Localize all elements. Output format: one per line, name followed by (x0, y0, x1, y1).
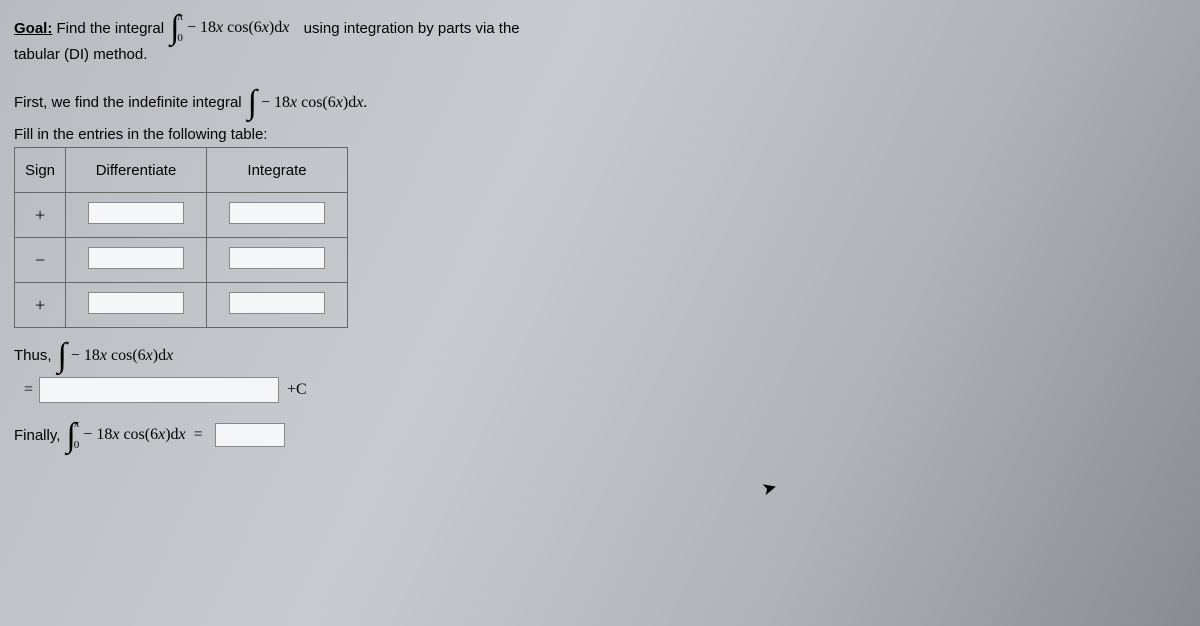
plus-c: +C (287, 381, 307, 399)
indef-integral-thus: ∫ − 18x cos(6x)dx (58, 342, 174, 369)
indefinite-line: First, we find the indefinite integral ∫… (14, 89, 1186, 116)
table-row: + (15, 283, 348, 328)
goal-label: Goal: (14, 20, 52, 37)
goal-line-2: tabular (DI) method. (14, 46, 1186, 63)
sign-cell: + (35, 205, 45, 225)
definite-integral-final: ∫ π 0 − 18x cos(6x)dx = (66, 421, 202, 449)
equals-line: = +C (14, 377, 1186, 403)
final-answer-input[interactable] (215, 423, 285, 447)
integrand-goal: − 18x cos(6x)dx (187, 19, 289, 37)
sign-cell: + (35, 295, 45, 315)
int-input-1[interactable] (229, 202, 325, 224)
definite-integral-goal: ∫ π 0 − 18x cos(6x)dx (170, 14, 289, 42)
first-text: First, we find the indefinite integral (14, 94, 242, 111)
di-table: Sign Differentiate Integrate + − + (14, 147, 348, 328)
goal-tail: using integration by parts via the (295, 20, 519, 37)
cursor-icon: ➤ (760, 476, 780, 500)
integral-sign-icon: ∫ (248, 89, 257, 116)
indefinite-integral: ∫ − 18x cos(6x)dx. (248, 89, 368, 116)
diff-input-3[interactable] (88, 292, 184, 314)
sign-cell: − (35, 250, 45, 270)
di-header-row: Sign Differentiate Integrate (15, 148, 348, 193)
integral-sign-icon: ∫ (58, 342, 67, 369)
equals-sign: = (24, 381, 33, 399)
integrand-indef: − 18x cos(6x)dx. (261, 94, 367, 112)
fill-line: Fill in the entries in the following tab… (14, 126, 1186, 143)
header-int: Integrate (207, 148, 348, 193)
int-input-2[interactable] (229, 247, 325, 269)
antiderivative-input[interactable] (39, 377, 279, 403)
goal-line-1: Goal: Find the integral ∫ π 0 − 18x cos(… (14, 14, 1186, 42)
table-row: − (15, 238, 348, 283)
integrand-thus: − 18x cos(6x)dx (71, 347, 173, 365)
thus-line: Thus, ∫ − 18x cos(6x)dx (14, 342, 1186, 369)
problem-page: Goal: Find the integral ∫ π 0 − 18x cos(… (0, 0, 1200, 463)
integrand-final: − 18x cos(6x)dx = (83, 426, 202, 444)
diff-input-1[interactable] (88, 202, 184, 224)
header-sign: Sign (15, 148, 66, 193)
int-input-3[interactable] (229, 292, 325, 314)
header-diff: Differentiate (66, 148, 207, 193)
finally-line: Finally, ∫ π 0 − 18x cos(6x)dx = (14, 421, 1186, 449)
table-row: + (15, 193, 348, 238)
thus-label: Thus, (14, 347, 52, 364)
goal-text: Find the integral (52, 20, 164, 37)
finally-label: Finally, (14, 427, 60, 444)
diff-input-2[interactable] (88, 247, 184, 269)
